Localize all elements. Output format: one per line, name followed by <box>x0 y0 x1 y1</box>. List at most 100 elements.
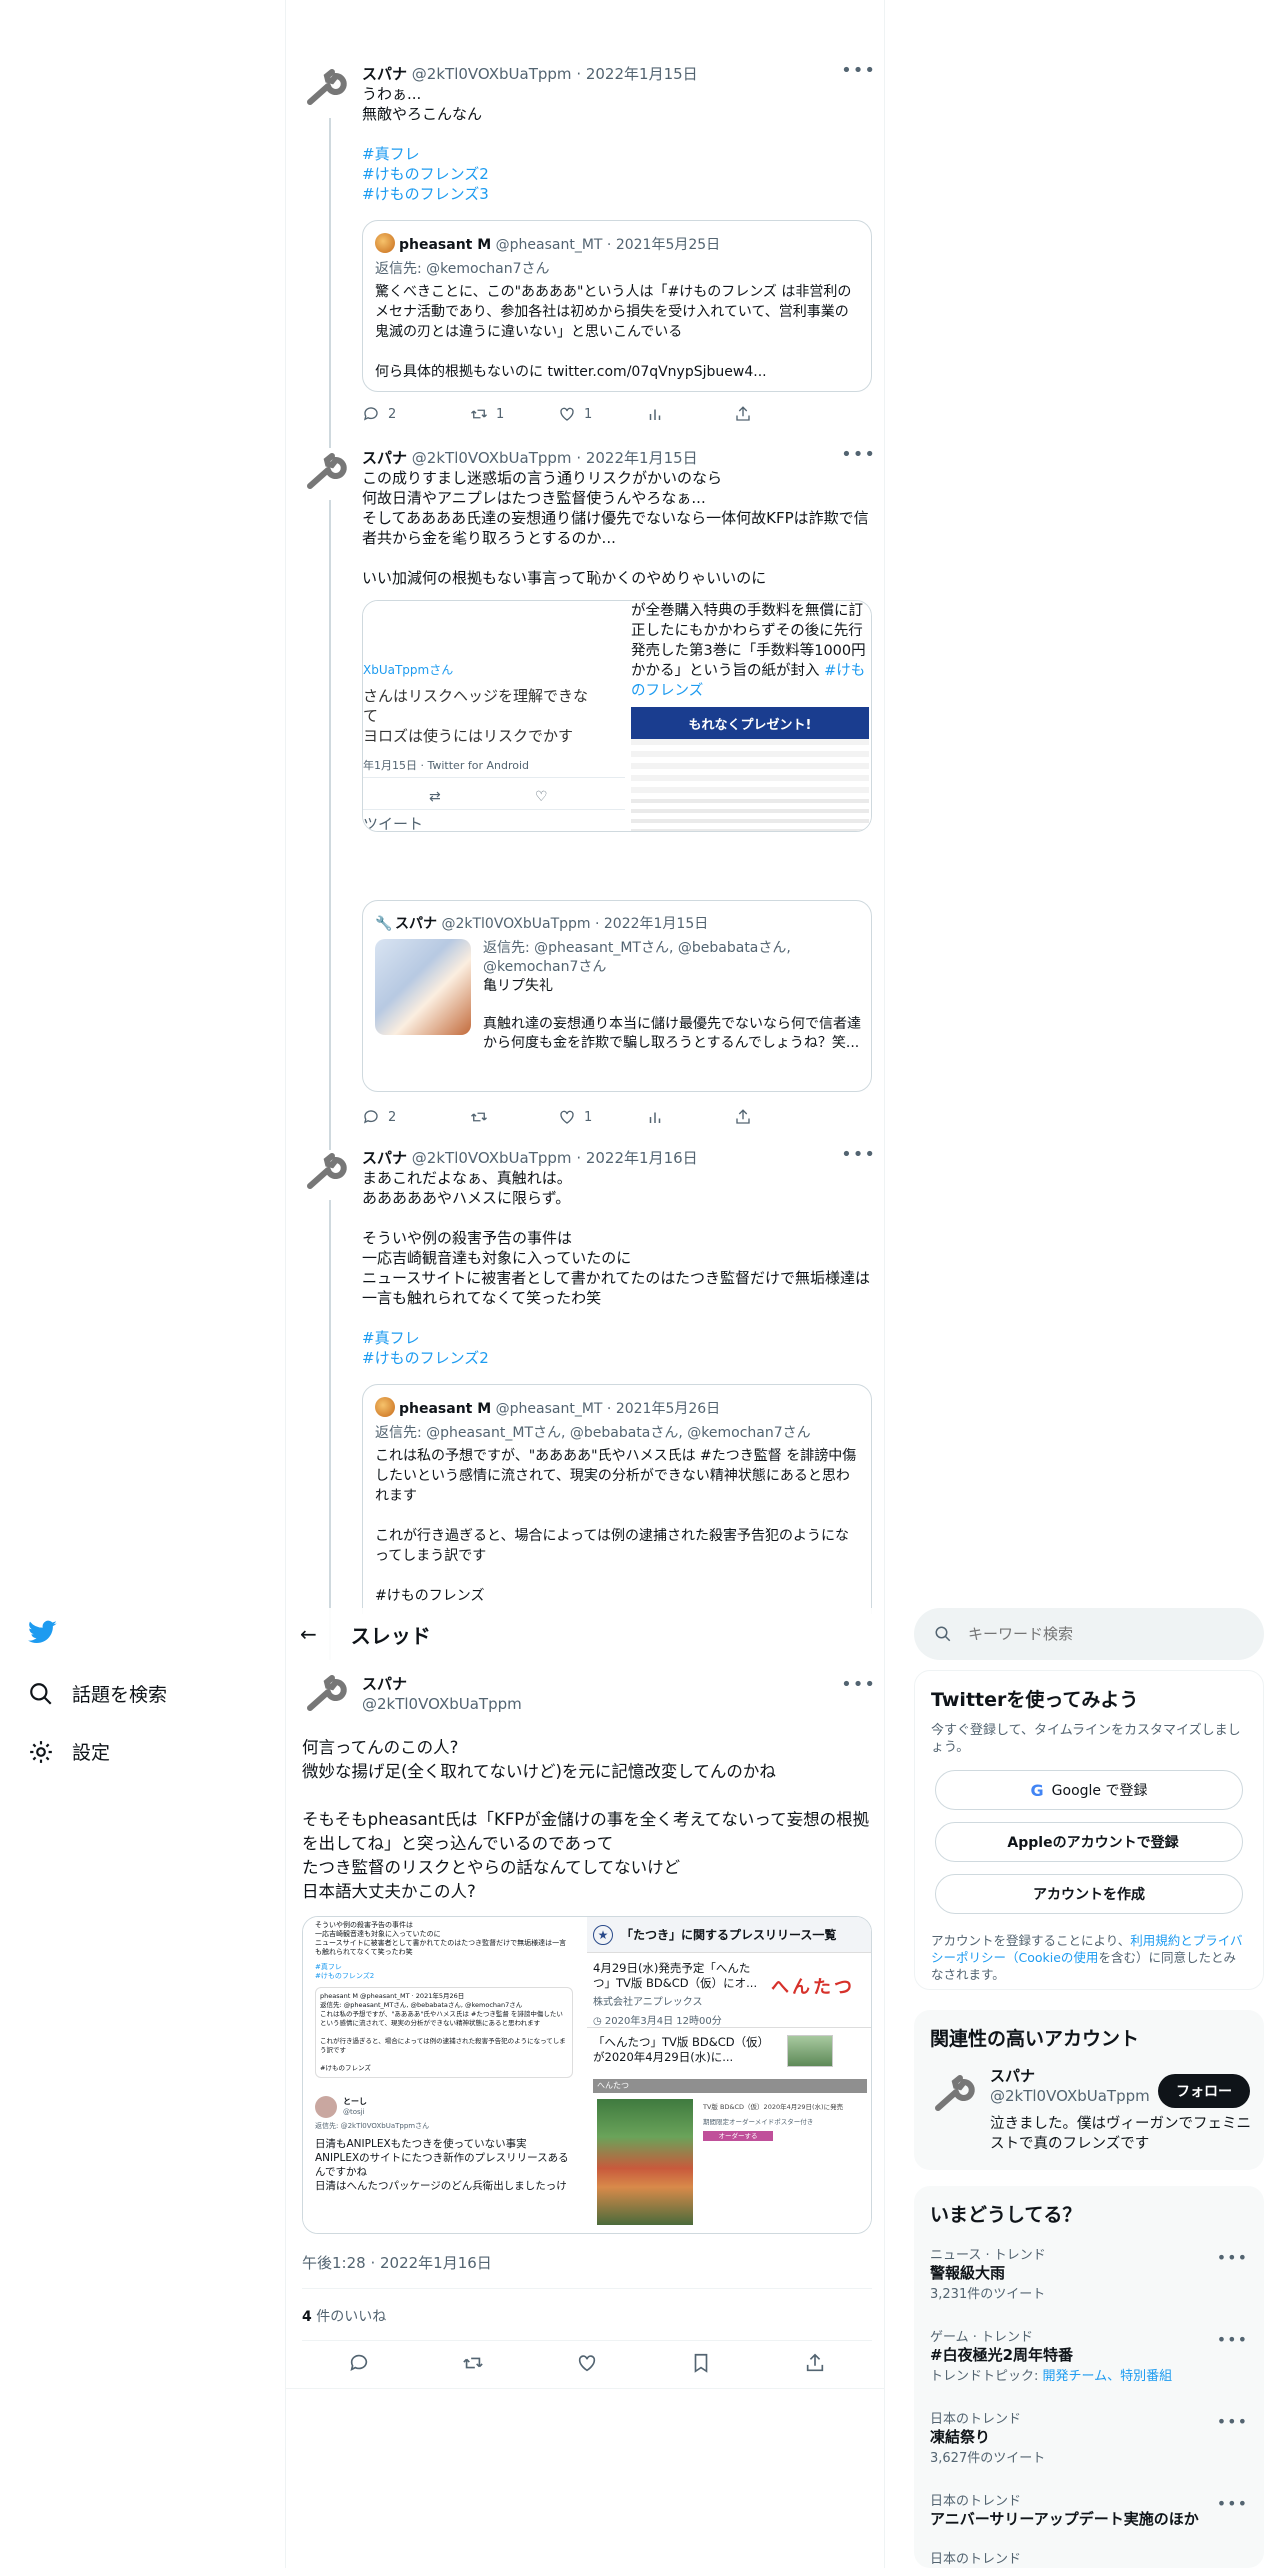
author-handle[interactable]: @2kTl0VOXbUaTppm <box>412 1149 572 1167</box>
trend-topic-link[interactable]: 開発チーム、特別番組 <box>1043 2369 1173 2384</box>
tweet-media[interactable]: XbUaTppmさん さんはリスクヘッジを理解できな て ヨロズは使うにはリスク… <box>362 600 872 832</box>
press-strip: へんたつ <box>593 2079 867 2093</box>
more-options-icon[interactable]: ••• <box>841 444 876 465</box>
analytics-button[interactable] <box>646 1108 734 1126</box>
tweet-actions: 2 1 <box>362 1108 822 1126</box>
twitter-logo-icon[interactable] <box>28 1620 58 1646</box>
hashtag-link[interactable]: #真フレ <box>362 144 872 164</box>
search-icon <box>30 1682 52 1705</box>
focused-tweet[interactable]: スパナ @2kTl0VOXbUaTppm ••• 何言ってんのこの人? 微妙な揚… <box>286 1664 884 2404</box>
related-account[interactable]: スパナ @2kTl0VOXbUaTppm <box>990 2066 1150 2106</box>
heart-icon[interactable] <box>576 2352 598 2374</box>
related-name: スパナ <box>990 2067 1036 2085</box>
quoted-tweet[interactable]: pheasant M @pheasant_MT · 2021年5月25日 返信先… <box>362 220 872 392</box>
trend-item[interactable]: ゲーム · トレンド #白夜極光2周年特番 トレンドトピック: 開発チーム、特別… <box>930 2326 1248 2384</box>
reply-icon <box>363 1110 378 1124</box>
related-bio: 泣きました。僕はヴィーガンでフェミニストで真のフレンズです <box>990 2116 1251 2152</box>
share-button[interactable] <box>734 1108 822 1126</box>
more-options-icon[interactable]: ••• <box>841 1144 876 1165</box>
trend-item[interactable]: 日本のトレンド 凍結祭り 3,627件のツイート ••• <box>930 2408 1248 2466</box>
author-handle[interactable]: @2kTl0VOXbUaTppm <box>412 65 572 83</box>
likes-summary[interactable]: 4 件のいいね <box>302 2306 386 2326</box>
more-options-icon[interactable]: ••• <box>841 1674 876 1695</box>
more-options-icon[interactable]: ••• <box>841 60 876 81</box>
quoted-tweet[interactable]: pheasant M @pheasant_MT · 2021年5月26日 返信先… <box>362 1384 872 1614</box>
retweet-icon[interactable] <box>462 2352 484 2374</box>
author-name[interactable]: スパナ <box>362 1674 522 1694</box>
trend-name: 凍結祭り <box>930 2428 991 2446</box>
media-screenshot-left[interactable]: そういや例の殺害予告の事件は 一応吉崎観音達も対象に入っていたのに ニュースサイ… <box>303 1917 585 2233</box>
google-signup-button[interactable]: G Google で登録 <box>935 1770 1243 1810</box>
apple-signup-button[interactable]: Appleのアカウントで登録 <box>935 1822 1243 1862</box>
more-options-icon[interactable]: ••• <box>1217 2494 1248 2513</box>
search-input[interactable] <box>968 1625 1228 1643</box>
trend-item[interactable]: 日本のトレンド <box>930 2548 1248 2567</box>
wrench-avatar-icon[interactable] <box>302 1150 350 1198</box>
nav-explore[interactable]: 話題を検索 <box>28 1680 167 1707</box>
search-icon <box>935 1626 951 1642</box>
signup-subtitle: 今すぐ登録して、タイムラインをカスタマイズしましょう。 <box>931 1723 1241 1755</box>
more-options-icon[interactable]: ••• <box>1217 2248 1248 2267</box>
tweet-date[interactable]: · 2022年1月15日 <box>576 449 697 467</box>
reply-icon[interactable] <box>348 2352 370 2374</box>
author-name[interactable]: スパナ <box>362 65 407 83</box>
analytics-button[interactable] <box>646 405 734 423</box>
hashtag-link[interactable]: #真フレ <box>362 1328 872 1348</box>
thread-header: ← スレッド <box>286 1608 884 1660</box>
retweet-count: 1 <box>496 406 505 422</box>
nav-settings[interactable]: 設定 <box>28 1738 110 1765</box>
author-name[interactable]: スパナ <box>362 449 407 467</box>
hashtag-link[interactable]: #けものフレンズ2 <box>362 1348 872 1368</box>
more-options-icon[interactable]: ••• <box>1217 2412 1248 2431</box>
tweet[interactable]: スパナ @2kTl0VOXbUaTppm · 2022年1月16日 まあこれだよ… <box>286 1144 884 1614</box>
wrench-avatar-icon[interactable] <box>930 2072 978 2120</box>
reply-button[interactable]: 2 <box>362 1108 450 1126</box>
tweet-timestamp[interactable]: 午後1:28 · 2022年1月16日 <box>302 2252 492 2273</box>
create-account-button[interactable]: アカウントを作成 <box>935 1874 1243 1914</box>
retweet-button[interactable]: 1 <box>470 405 558 423</box>
press-item-1-date-text: 2020年3月4日 12時00分 <box>604 2016 722 2027</box>
wrench-avatar-icon[interactable] <box>302 1672 350 1720</box>
tweet-date[interactable]: · 2022年1月16日 <box>576 1149 697 1167</box>
author-handle[interactable]: @2kTl0VOXbUaTppm <box>412 449 572 467</box>
author-name[interactable]: スパナ <box>362 1149 407 1167</box>
media-screenshot-right[interactable]: が全巻購入特典の手数料を無償に訂正したにもかかわらずその後に先行発売した第3巻に… <box>627 601 871 831</box>
tweet[interactable]: スパナ @2kTl0VOXbUaTppm · 2022年1月15日 この成りすま… <box>286 444 884 1134</box>
hashtag-link[interactable]: #けものフレンズ2 <box>362 164 872 184</box>
back-arrow-icon[interactable]: ← <box>300 1622 317 1646</box>
retweet-button[interactable] <box>470 1108 558 1126</box>
reply-to-handle[interactable]: @pheasant_MTさん, @bebabataさん, @kemochan7さ… <box>426 1425 810 1441</box>
related-panel: 関連性の高いアカウント スパナ @2kTl0VOXbUaTppm フォロー 泣き… <box>914 2010 1264 2170</box>
media-screenshot-left[interactable]: XbUaTppmさん さんはリスクヘッジを理解できな て ヨロズは使うにはリスク… <box>363 601 625 831</box>
media-screenshot-right[interactable]: ★ 「たつき」に関するプレスリリース一覧 4月29日(水)発売予定「へんたつ」T… <box>587 1917 871 2233</box>
quote-author-handle: @pheasant_MT <box>495 237 603 253</box>
mini-text: そういや例の殺害予告の事件は 一応吉崎観音達も対象に入っていたのに ニュースサイ… <box>315 1921 567 1956</box>
trend-item[interactable]: ニュース · トレンド 警報級大雨 3,231件のツイート ••• <box>930 2244 1248 2302</box>
trend-count: 3,231件のツイート <box>930 2287 1046 2302</box>
reply-to-handle[interactable]: @kemochan7さん <box>426 261 549 277</box>
quote-date: · 2021年5月25日 <box>606 237 721 253</box>
search-box[interactable] <box>914 1608 1264 1660</box>
tweet-media[interactable]: そういや例の殺害予告の事件は 一応吉崎観音達も対象に入っていたのに ニュースサイ… <box>302 1916 872 2234</box>
gear-icon <box>30 1740 52 1763</box>
mini-tags: #真フレ #けものフレンズ2 <box>315 1963 375 1980</box>
trend-item[interactable]: 日本のトレンド アニバーサリーアップデート実施のほか ••• <box>930 2490 1248 2529</box>
like-button[interactable]: 1 <box>558 1108 646 1126</box>
author-handle[interactable]: @2kTl0VOXbUaTppm <box>362 1694 522 1714</box>
share-icon[interactable] <box>804 2352 826 2374</box>
share-button[interactable] <box>734 405 822 423</box>
bookmark-icon[interactable] <box>690 2352 712 2374</box>
like-button[interactable]: 1 <box>558 405 646 423</box>
pheasant-avatar <box>375 233 395 253</box>
wrench-avatar-icon[interactable] <box>302 450 350 498</box>
reply-button[interactable]: 2 <box>362 405 450 423</box>
quoted-tweet[interactable]: 🔧 スパナ @2kTl0VOXbUaTppm · 2022年1月15日 返信先: … <box>362 900 872 1092</box>
hashtag-link[interactable]: #けものフレンズ3 <box>362 184 872 204</box>
tweet-date[interactable]: · 2022年1月15日 <box>576 65 697 83</box>
press-item-1-org: 株式会社アニプレックス <box>593 1997 703 2008</box>
follow-button[interactable]: フォロー <box>1158 2074 1250 2108</box>
wrench-avatar-icon[interactable] <box>302 66 350 114</box>
more-options-icon[interactable]: ••• <box>1217 2330 1248 2349</box>
tweet[interactable]: スパナ @2kTl0VOXbUaTppm · 2022年1月15日 うわぁ...… <box>286 60 884 440</box>
analytics-icon <box>649 1112 661 1123</box>
